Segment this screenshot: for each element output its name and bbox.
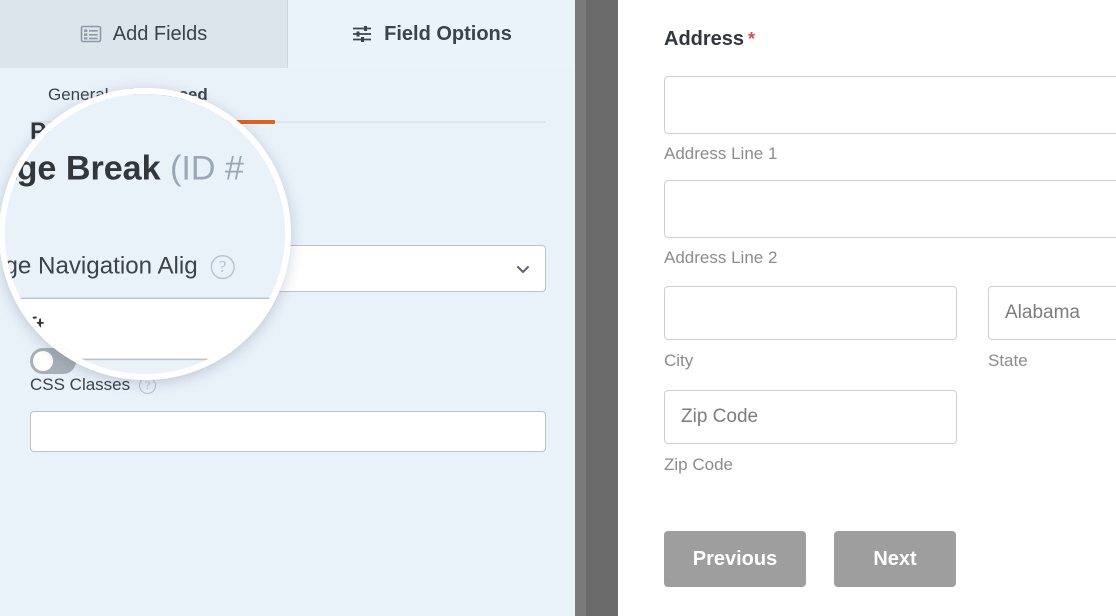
tab-add-fields[interactable]: Add Fields [0,0,288,68]
state-select[interactable]: Alabama [988,286,1116,340]
builder-tabbar: Add Fields Field Options [0,0,575,68]
address-line-2-input[interactable] [664,180,1116,238]
zip-code-input[interactable]: Zip Code [664,390,957,444]
panel-divider[interactable] [575,0,618,616]
lens-field-id-text: (ID # [170,149,244,189]
tab-add-fields-label: Add Fields [112,22,208,45]
address-line-1-sublabel: Address Line 1 [664,144,778,163]
lens-field-title-text: Page Break [5,149,161,189]
form-preview-panel: Address * Address Line 1 Address Line 2 C… [618,0,1116,616]
tab-field-options-label: Field Options [384,22,512,45]
address-line-2-sublabel: Address Line 2 [664,248,778,267]
lens-page-nav-alignment-select[interactable]: Left [5,297,285,361]
zip-code-sublabel: Zip Code [664,455,733,474]
required-marker: * [748,29,756,49]
address-field-label: Address * [664,28,755,51]
lens-page-nav-alignment-label: Page Navigation Alig ? [5,252,235,280]
help-icon[interactable]: ? [210,254,235,279]
magnifier-lens: Page Break (ID # Page Navigation Alig ? … [0,88,291,380]
lens-page-nav-alignment-value: Left [5,313,45,344]
css-classes-label-text: CSS Classes [30,375,131,394]
tab-field-options[interactable]: Field Options [288,0,575,68]
state-sublabel: State [988,351,1028,370]
previous-button[interactable]: Previous [664,531,806,587]
lens-page-title: Page Break (ID # [5,150,244,190]
city-sublabel: City [664,351,694,370]
next-button[interactable]: Next [834,531,956,587]
css-classes-input[interactable] [30,411,546,452]
lens-page-nav-alignment-label-text: Page Navigation Alig [5,252,198,280]
zip-code-value: Zip Code [681,406,759,427]
state-value: Alabama [1005,302,1080,323]
form-builder-screen: Add Fields Field Options General [0,0,1116,616]
address-line-1-input[interactable] [664,76,1116,134]
sliders-icon [351,23,373,45]
address-label-text: Address [664,28,745,50]
list-panel-icon [80,23,102,45]
chevron-down-icon [515,261,531,277]
city-input[interactable] [664,286,957,340]
magnifier-lens-content: Page Break (ID # Page Navigation Alig ? … [5,94,285,374]
